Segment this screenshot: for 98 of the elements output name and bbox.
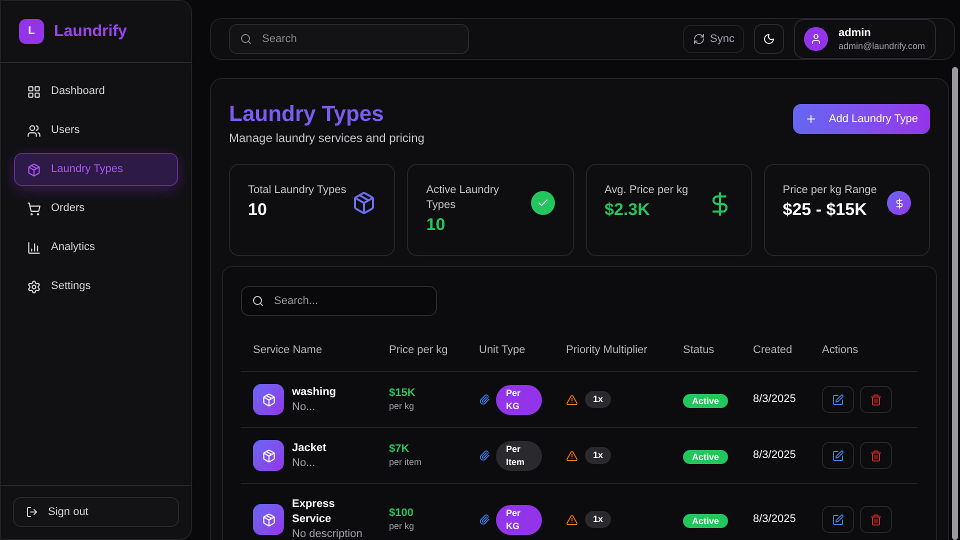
column-header: Priority Multiplier: [566, 343, 648, 358]
stat-value: $2.3K: [604, 199, 651, 221]
warning-icon: [566, 450, 578, 462]
brand-name: Laundrify: [54, 22, 127, 42]
search-field[interactable]: Search: [229, 24, 469, 54]
paperclip-icon: [479, 394, 490, 405]
edit-button[interactable]: [822, 386, 854, 413]
stat-label: Active Laundry Types: [426, 183, 500, 213]
priority-badge: 1x: [585, 390, 612, 408]
users-icon: [27, 124, 41, 138]
trash-icon: [870, 514, 882, 526]
paperclip-icon: [479, 450, 490, 461]
sidebar-item[interactable]: Users: [14, 114, 178, 147]
dollar-icon: [887, 191, 911, 215]
sync-icon: [693, 33, 706, 45]
column-header: Actions: [822, 343, 860, 358]
stat-label: Total Laundry Types: [248, 183, 346, 198]
trash-icon: [870, 450, 882, 462]
user-name: admin: [838, 26, 872, 40]
avatar-icon: [804, 27, 828, 51]
sign-out-icon: [26, 506, 38, 518]
status-badge: Active: [683, 394, 728, 408]
edit-icon: [832, 394, 844, 406]
trash-icon: [870, 394, 882, 406]
unit-type-badge: Per Item: [496, 440, 542, 470]
box-icon: [253, 440, 284, 471]
check-icon: [530, 191, 554, 215]
page-title: Laundry Types: [229, 101, 385, 127]
status-badge: Active: [683, 514, 728, 528]
priority-badge: 1x: [585, 510, 612, 528]
stat-value: 10: [248, 199, 268, 221]
sync-button[interactable]: Sync: [683, 25, 744, 53]
add-laundry-type-button[interactable]: Add Laundry Type: [792, 104, 930, 134]
edit-icon: [832, 450, 844, 462]
column-header: Created: [753, 343, 794, 358]
delete-button[interactable]: [860, 442, 892, 469]
box-icon: [253, 384, 284, 415]
unit-type-badge: Per KG: [496, 504, 542, 534]
service-name: washing: [292, 384, 338, 400]
column-header: Status: [683, 343, 716, 358]
table-search-field[interactable]: Search...: [241, 286, 437, 316]
box-icon: [352, 191, 376, 215]
price-value: $15K: [389, 386, 416, 400]
price-unit: per item: [389, 456, 423, 469]
stat-label: Avg. Price per kg: [604, 183, 688, 198]
service-name: Express Service: [292, 497, 336, 527]
service-description: No description: [292, 527, 362, 540]
edit-button[interactable]: [822, 506, 854, 533]
price-value: $7K: [389, 442, 410, 456]
theme-toggle-button[interactable]: [754, 24, 784, 54]
moon-icon: [763, 33, 776, 45]
edit-button[interactable]: [822, 442, 854, 469]
edit-icon: [832, 514, 844, 526]
user-email: admin@laundrify.com: [838, 40, 925, 52]
page-subtitle: Manage laundry services and pricing: [229, 130, 424, 147]
service-description: No...: [292, 400, 316, 414]
warning-icon: [566, 394, 578, 406]
box-icon: [253, 504, 284, 535]
sidebar-item[interactable]: Orders: [14, 192, 178, 225]
warning-icon: [566, 514, 578, 526]
sidebar-item[interactable]: Settings: [14, 270, 178, 303]
delete-button[interactable]: [860, 506, 892, 533]
scrollbar[interactable]: [952, 67, 958, 540]
sidebar-item[interactable]: Analytics: [14, 231, 178, 264]
service-name: Jacket: [292, 440, 328, 456]
sign-out-button[interactable]: Sign out: [13, 497, 179, 527]
logo-badge: L: [19, 19, 44, 44]
column-header: Price per kg: [389, 343, 449, 358]
cart-icon: [27, 202, 41, 216]
created-date: 8/3/2025: [753, 448, 797, 464]
box-icon: [27, 162, 41, 176]
priority-badge: 1x: [585, 446, 612, 464]
plus-icon: [804, 113, 817, 125]
delete-button[interactable]: [860, 386, 892, 413]
stat-value: 10: [426, 214, 446, 236]
settings-icon: [27, 280, 41, 294]
unit-type-badge: Per KG: [496, 384, 542, 414]
created-date: 8/3/2025: [753, 392, 797, 408]
price-value: $100: [389, 506, 414, 520]
price-unit: per kg: [389, 400, 416, 413]
dashboard-icon: [27, 84, 41, 98]
created-date: 8/3/2025: [753, 512, 797, 528]
search-input[interactable]: Search...: [274, 292, 424, 310]
search-icon: [252, 295, 264, 307]
search-input[interactable]: Search: [262, 30, 452, 48]
stat-label: Price per kg Range: [782, 183, 877, 198]
bar-chart-icon: [27, 240, 41, 254]
sidebar-item[interactable]: Laundry Types: [14, 153, 178, 186]
paperclip-icon: [479, 514, 490, 525]
search-icon: [240, 33, 252, 45]
column-header: Service Name: [253, 343, 324, 358]
sidebar-item[interactable]: Dashboard: [14, 75, 178, 108]
service-description: No...: [292, 456, 316, 470]
user-card[interactable]: admin admin@laundrify.com: [794, 19, 936, 59]
price-unit: per kg: [389, 520, 416, 533]
status-badge: Active: [683, 450, 728, 464]
column-header: Unit Type: [479, 343, 526, 358]
stat-value: $25 - $15K: [782, 199, 868, 221]
